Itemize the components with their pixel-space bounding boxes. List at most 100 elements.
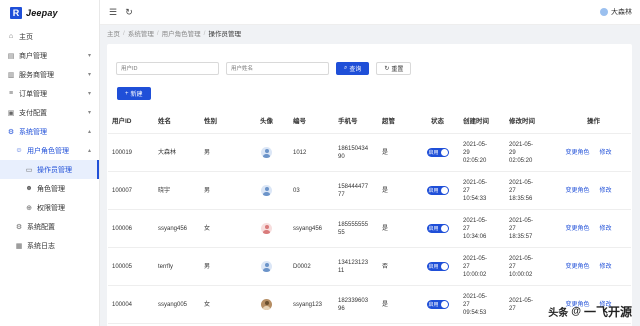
change-role-link[interactable]: 变更角色 [565,225,589,233]
cell-gender: 男 [204,149,211,156]
cell-modified: 2021-05- 27 10:00:02 [509,255,534,278]
status-toggle[interactable]: 启用 [426,224,449,233]
user-menu[interactable]: 大森林 [600,7,632,17]
cell-name: ssyang005 [158,301,188,308]
breadcrumb-home[interactable]: 主页 [107,28,120,38]
logo[interactable]: R Jeepay [0,0,99,26]
cell-actions: 变更角色 修改 [556,248,631,285]
cell-admin: 是 [382,149,389,156]
column-header: 状态 [431,117,444,125]
cell-status: 启用 [416,134,459,171]
breadcrumb-separator: / [123,29,125,37]
change-role-link[interactable]: 变更角色 [565,263,589,271]
cell-name: terrfly [158,263,173,270]
sidebar-item-label: 系统日志 [27,242,55,250]
watermark-author: 一飞开源 [583,305,632,319]
cell-phone: 186150434 90 [338,145,369,160]
cell-admin: 否 [382,263,389,270]
column-header: 手机号 [338,117,358,125]
cell-name: ssyang456 [158,225,188,232]
filter-bar: ⌕ 查询 ↻ 重置 [116,62,412,75]
status-toggle[interactable]: 启用 [426,262,449,271]
menu-fold-icon[interactable]: ☰ [108,7,118,17]
sidebar-item-permission[interactable]: ⊕ 权限管理 [0,198,99,217]
sidebar-item-operator[interactable]: ▭ 操作员管理 [0,160,99,179]
cell-created: 2021-05- 27 10:34:06 [463,217,488,240]
query-button-label: 查询 [349,67,362,73]
chevron-icon: ▾ [87,91,91,97]
payment-icon: ▣ [7,109,15,117]
breadcrumb-current: 操作员管理 [208,31,241,38]
sidebar-item-role[interactable]: ☻ 角色管理 [0,179,99,198]
status-toggle[interactable]: 启用 [426,300,449,309]
sidebar-item-config[interactable]: ⚙ 系统配置 [0,217,99,236]
permission-icon: ⊕ [26,204,32,212]
sidebar-item-system[interactable]: ⚙ 系统管理 ▴ [0,122,99,141]
edit-link[interactable]: 修改 [600,263,612,271]
breadcrumb: 主页 / 系统管理 / 用户角色管理 / 操作员管理 [107,28,241,39]
breadcrumb-system[interactable]: 系统管理 [128,28,154,38]
user-name: 大森林 [611,9,632,16]
table-row: 100006 ssyang456 女 ssyang456 185555555 55 是 启用… [108,210,631,248]
cell-phone: 158444477 77 [338,183,369,198]
user-name-input[interactable] [226,62,329,75]
cell-code: ssyang456 [293,225,323,232]
operator-icon: ▭ [25,166,33,174]
sidebar-item-provider[interactable]: ▥ 服务商管理 ▾ [0,65,99,84]
status-toggle[interactable]: 启用 [426,186,449,195]
cell-code: 1012 [293,149,307,156]
user-avatar-icon [261,299,272,310]
breadcrumb-user-role[interactable]: 用户角色管理 [162,28,201,38]
sidebar-item-order[interactable]: ≡ 订单管理 ▾ [0,84,99,103]
sidebar-item-label: 商户管理 [19,52,47,60]
edit-link[interactable]: 修改 [600,149,612,157]
query-button[interactable]: ⌕ 查询 [336,62,370,75]
cell-code: 03 [293,187,300,194]
sidebar-item-label: 订单管理 [19,90,47,98]
change-role-link[interactable]: 变更角色 [565,149,589,157]
column-header: 姓名 [158,117,171,125]
user-avatar-icon [261,147,272,158]
cell-user-id: 100004 [112,301,133,308]
cell-admin: 是 [382,187,389,194]
breadcrumb-separator: / [156,29,159,37]
sidebar-item-payment[interactable]: ▣ 支付配置 ▾ [0,103,99,122]
column-header: 创建时间 [463,117,489,125]
status-toggle[interactable]: 启用 [426,148,449,157]
sidebar-item-log[interactable]: ▦ 系统日志 [0,236,99,255]
sidebar-item-home[interactable]: ⌂ 主页 [0,27,99,46]
reset-icon: ↻ [384,66,390,72]
system-icon: ⚙ [7,128,15,136]
sidebar-item-label: 主页 [19,33,33,41]
cell-avatar [244,172,289,209]
chevron-icon: ▾ [87,110,91,116]
provider-icon: ▥ [7,71,15,79]
reset-button[interactable]: ↻ 重置 [376,62,412,75]
plus-icon: + [125,90,129,97]
sidebar: R Jeepay ⌂ 主页 ▤ 商户管理 ▾ ▥ 服务商管理 ▾ ≡ 订单管理 ▾ ▣ 支付配置 ▾ ⚙ 系统… [0,0,100,326]
change-role-link[interactable]: 变更角色 [565,187,589,195]
cell-user-id: 100006 [112,225,133,232]
logo-mark-icon: R [10,7,22,19]
sidebar-item-user-role[interactable]: ☺ 用户角色管理 ▴ [0,141,99,160]
role-icon: ☻ [25,185,33,192]
sidebar-item-merchant[interactable]: ▤ 商户管理 ▾ [0,46,99,65]
user-id-input[interactable] [116,62,219,75]
search-icon: ⌕ [344,65,348,71]
chevron-icon: ▴ [87,129,91,135]
column-header: 头像 [260,117,273,125]
add-button[interactable]: + 新建 [117,87,151,100]
edit-link[interactable]: 修改 [600,187,612,195]
refresh-icon[interactable]: ↻ [124,7,134,17]
cell-phone: 134123123 11 [338,259,369,274]
cell-modified: 2021-05- 27 18:35:56 [509,179,534,202]
cell-avatar [244,134,289,171]
cell-avatar [244,248,289,285]
chevron-icon: ▾ [87,72,91,78]
log-icon: ▦ [15,242,23,250]
cell-modified: 2021-05- 27 18:35:57 [509,217,534,240]
edit-link[interactable]: 修改 [600,225,612,233]
cell-user-id: 100019 [112,149,133,156]
cell-user-id: 100007 [112,187,133,194]
cell-created: 2021-05- 27 10:00:02 [463,255,488,278]
